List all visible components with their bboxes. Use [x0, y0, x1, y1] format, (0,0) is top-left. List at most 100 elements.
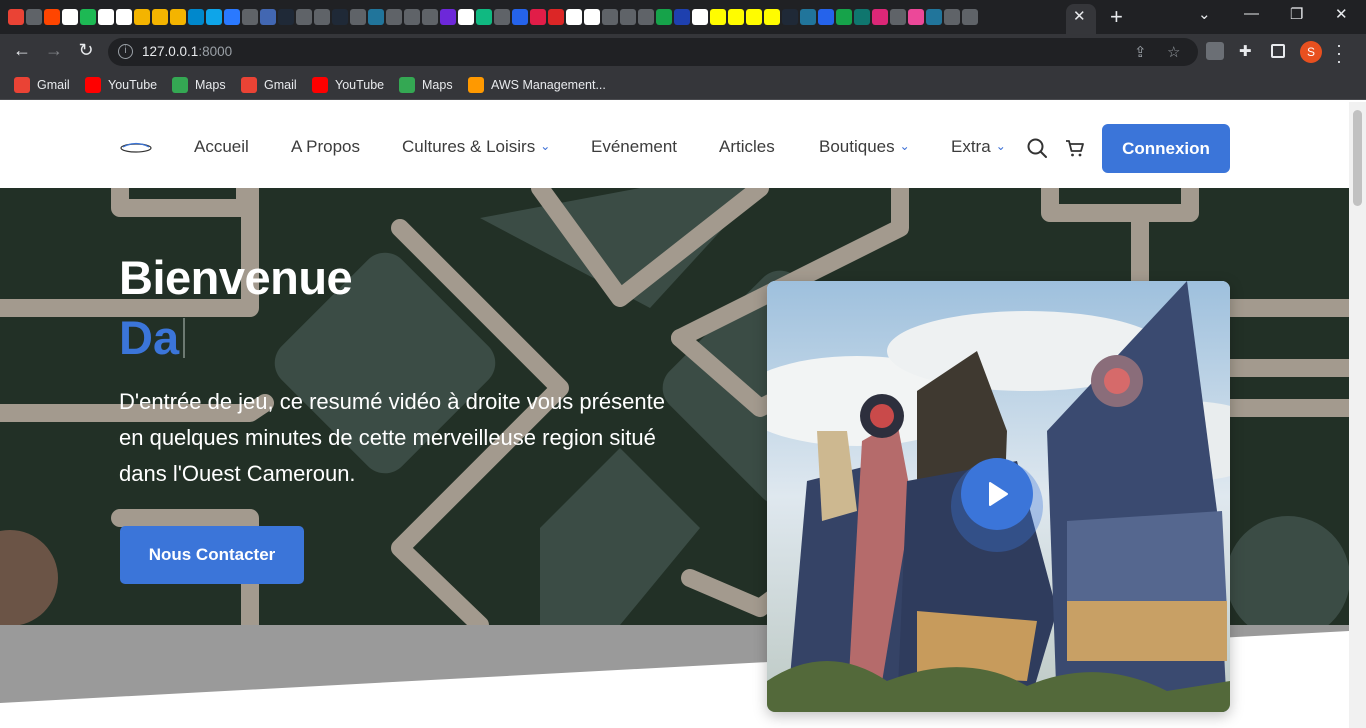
tab-favicon[interactable] [386, 9, 402, 25]
site-logo[interactable] [119, 140, 153, 154]
new-tab-icon[interactable]: + [1110, 4, 1123, 30]
tab-favicon[interactable] [566, 9, 582, 25]
tab-favicon[interactable] [80, 9, 96, 25]
forward-icon[interactable]: → [42, 40, 66, 61]
page-scrollbar[interactable] [1349, 102, 1366, 728]
tab-favicon[interactable] [404, 9, 420, 25]
tab-favicon[interactable] [962, 9, 978, 25]
address-bar[interactable]: i 127.0.0.1:8000 ⇪ ☆ [108, 38, 1198, 66]
contact-button[interactable]: Nous Contacter [120, 526, 304, 584]
tab-favicon[interactable] [62, 9, 78, 25]
share-icon[interactable]: ⇪ [1134, 43, 1147, 61]
tab-favicon[interactable] [170, 9, 186, 25]
tab-favicon[interactable] [548, 9, 564, 25]
tab-favicon[interactable] [476, 9, 492, 25]
browser-menu-icon[interactable]: · · · [1336, 36, 1342, 70]
youtube-icon [85, 77, 101, 93]
tab-search-chevron-icon[interactable]: ⌄ [1198, 5, 1211, 23]
tab-favicon[interactable] [710, 9, 726, 25]
nav-accueil[interactable]: Accueil [194, 137, 249, 157]
tab-favicon[interactable] [800, 9, 816, 25]
minimize-icon[interactable]: — [1244, 5, 1259, 22]
gmail-icon [14, 77, 30, 93]
bookmark-item[interactable]: YouTube [85, 76, 157, 94]
bookmark-item[interactable]: Gmail [14, 76, 70, 94]
tab-favicon[interactable] [422, 9, 438, 25]
tab-favicon[interactable] [764, 9, 780, 25]
window-close-icon[interactable]: ✕ [1335, 5, 1348, 23]
tab-favicon[interactable] [260, 9, 276, 25]
tab-favicon[interactable] [206, 9, 222, 25]
nav-extra[interactable]: Extra ⌄ [951, 137, 1006, 157]
tab-favicon[interactable] [296, 9, 312, 25]
play-button[interactable] [961, 458, 1033, 530]
tab-favicon[interactable] [692, 9, 708, 25]
tab-close-icon[interactable]: ✕ [1073, 7, 1086, 25]
restore-icon[interactable]: ❐ [1290, 5, 1303, 23]
tab-favicon[interactable] [26, 9, 42, 25]
nav-articles[interactable]: Articles [719, 137, 775, 157]
tab-favicon[interactable] [242, 9, 258, 25]
site-info-icon[interactable]: i [118, 44, 133, 59]
tab-favicon[interactable] [458, 9, 474, 25]
tab-favicon[interactable] [620, 9, 636, 25]
bookmark-item[interactable]: Gmail [241, 76, 297, 94]
tab-favicon[interactable] [602, 9, 618, 25]
cart-icon[interactable] [1064, 137, 1086, 159]
tab-favicon[interactable] [494, 9, 510, 25]
bookmark-item[interactable]: Maps [399, 76, 453, 94]
extension-icon[interactable] [1206, 42, 1224, 60]
tab-favicon[interactable] [746, 9, 762, 25]
tab-favicon[interactable] [314, 9, 330, 25]
scrollbar-thumb[interactable] [1353, 110, 1362, 206]
login-button[interactable]: Connexion [1102, 124, 1230, 173]
tab-favicon[interactable] [134, 9, 150, 25]
tab-favicon[interactable] [584, 9, 600, 25]
tab-favicon[interactable] [188, 9, 204, 25]
extensions-puzzle-icon[interactable]: ✚ [1239, 42, 1257, 60]
tab-favicon[interactable] [368, 9, 384, 25]
tab-favicon[interactable] [530, 9, 546, 25]
search-icon[interactable] [1026, 137, 1048, 159]
tab-favicon[interactable] [818, 9, 834, 25]
tab-favicon[interactable] [674, 9, 690, 25]
chevron-down-icon: ⌄ [995, 139, 1006, 153]
side-panel-icon[interactable] [1271, 44, 1285, 58]
tab-favicon[interactable] [890, 9, 906, 25]
tab-favicon[interactable] [512, 9, 528, 25]
tab-favicon[interactable] [8, 9, 24, 25]
tab-favicon[interactable] [98, 9, 114, 25]
tab-favicon[interactable] [350, 9, 366, 25]
tab-favicon[interactable] [440, 9, 456, 25]
bookmark-item[interactable]: Maps [172, 76, 226, 94]
tab-favicon[interactable] [656, 9, 672, 25]
tab-favicon[interactable] [836, 9, 852, 25]
nav-evenement[interactable]: Evénement [591, 137, 677, 157]
pinned-tab-favicons[interactable] [8, 7, 978, 27]
tab-favicon[interactable] [224, 9, 240, 25]
tab-favicon[interactable] [728, 9, 744, 25]
bookmark-star-icon[interactable]: ☆ [1167, 43, 1180, 61]
tab-favicon[interactable] [638, 9, 654, 25]
tab-favicon[interactable] [944, 9, 960, 25]
bookmark-item[interactable]: YouTube [312, 76, 384, 94]
back-icon[interactable]: ← [10, 40, 34, 61]
nav-cultures-loisirs[interactable]: Cultures & Loisirs ⌄ [402, 137, 550, 157]
tab-favicon[interactable] [854, 9, 870, 25]
hero-description: D'entrée de jeu, ce resumé vidéo à droit… [119, 389, 665, 486]
tab-favicon[interactable] [278, 9, 294, 25]
tab-favicon[interactable] [152, 9, 168, 25]
tab-favicon[interactable] [116, 9, 132, 25]
nav-a-propos[interactable]: A Propos [291, 137, 360, 157]
nav-boutiques[interactable]: Boutiques ⌄ [819, 137, 910, 157]
bookmark-item[interactable]: AWS Management... [468, 76, 606, 94]
tab-favicon[interactable] [926, 9, 942, 25]
tab-favicon[interactable] [782, 9, 798, 25]
tab-favicon[interactable] [332, 9, 348, 25]
tab-favicon[interactable] [872, 9, 888, 25]
tab-favicon[interactable] [44, 9, 60, 25]
reload-icon[interactable]: ↻ [74, 40, 98, 61]
url-text[interactable]: 127.0.0.1:8000 [142, 44, 232, 59]
tab-favicon[interactable] [908, 9, 924, 25]
profile-avatar[interactable]: S [1300, 41, 1322, 63]
